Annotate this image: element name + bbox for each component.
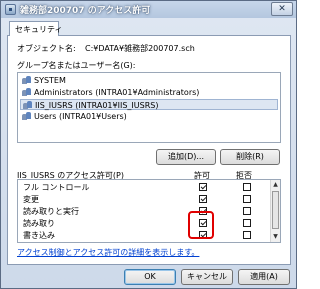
tab-security[interactable]: セキュリティ (9, 21, 63, 36)
list-item-label: IIS_IUSRS (INTRA01¥IIS_IUSRS) (35, 101, 159, 110)
permissions-list: フル コントロール 変更 読み取りと実行 読み取り 書き込み ▲ ▼ (17, 179, 281, 243)
title-bar: 雑務部200707 のアクセス許可 ✕ (1, 1, 296, 18)
list-item-label: Administrators (INTRA01¥Administrators) (34, 88, 200, 97)
allow-checkbox[interactable] (199, 195, 207, 203)
users-icon (22, 88, 32, 97)
object-name-value: C:¥DATA¥雑務部200707.sch (85, 44, 195, 53)
scroll-down-arrow-icon[interactable]: ▼ (271, 232, 280, 242)
permission-row: フル コントロール (18, 181, 268, 193)
deny-checkbox[interactable] (243, 183, 251, 191)
scrollbar-thumb[interactable] (272, 191, 279, 229)
list-item-label: Users (INTRA01¥Users) (34, 112, 127, 121)
group-list-label: グループ名またはユーザー名(G): (17, 61, 136, 70)
deny-checkbox[interactable] (243, 207, 251, 215)
folder-security-icon (5, 4, 16, 15)
users-icon (22, 112, 32, 121)
ok-button[interactable]: OK (124, 269, 176, 285)
list-item[interactable]: Administrators (INTRA01¥Administrators) (20, 87, 278, 98)
help-link[interactable]: アクセス制御とアクセス許可の詳細を表示します。 (17, 247, 199, 258)
list-item-selected[interactable]: IIS_IUSRS (INTRA01¥IIS_IUSRS) (20, 99, 278, 110)
close-button[interactable]: ✕ (271, 2, 293, 16)
deny-checkbox[interactable] (243, 231, 251, 239)
apply-button[interactable]: 適用(A) (238, 269, 290, 285)
deny-checkbox[interactable] (243, 195, 251, 203)
window-title: 雑務部200707 のアクセス許可 (20, 6, 151, 16)
highlight-annotation (188, 211, 214, 239)
cancel-button[interactable]: キャンセル (181, 269, 233, 285)
scroll-up-arrow-icon[interactable]: ▲ (271, 180, 280, 190)
list-item[interactable]: SYSTEM (20, 75, 278, 86)
permission-row: 書き込み (18, 229, 268, 241)
permission-name: 変更 (23, 195, 39, 204)
users-icon (22, 76, 32, 85)
users-icon (23, 101, 33, 110)
security-panel: オブジェクト名: C:¥DATA¥雑務部200707.sch グループ名またはユ… (7, 35, 291, 265)
list-item[interactable]: Users (INTRA01¥Users) (20, 111, 278, 122)
group-user-list[interactable]: SYSTEM Administrators (INTRA01¥Administr… (17, 72, 281, 143)
permission-name: 書き込み (23, 231, 55, 240)
remove-button[interactable]: 削除(R) (220, 149, 280, 165)
permission-name: 読み取り (23, 219, 55, 228)
permission-row: 読み取りと実行 (18, 205, 268, 217)
add-button[interactable]: 追加(D)... (156, 149, 216, 165)
deny-checkbox[interactable] (243, 219, 251, 227)
allow-checkbox[interactable] (199, 183, 207, 191)
permission-row: 読み取り (18, 217, 268, 229)
permission-name: フル コントロール (23, 183, 90, 192)
permissions-scrollbar[interactable]: ▲ ▼ (270, 180, 280, 242)
permission-name: 読み取りと実行 (23, 207, 79, 216)
permission-row: 変更 (18, 193, 268, 205)
object-name-label: オブジェクト名: (17, 44, 76, 53)
permissions-dialog: 雑務部200707 のアクセス許可 ✕ セキュリティ オブジェクト名: C:¥D… (0, 0, 297, 289)
list-item-label: SYSTEM (34, 76, 66, 85)
